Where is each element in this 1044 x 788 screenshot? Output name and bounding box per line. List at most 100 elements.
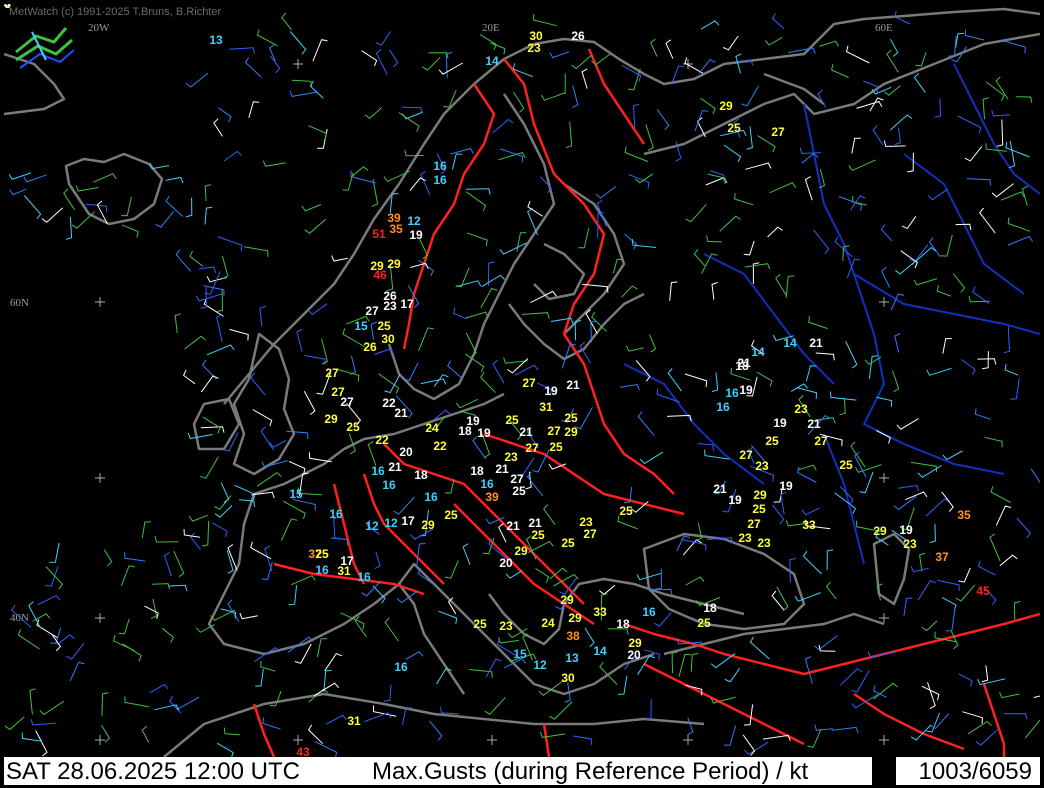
gust-value-label: 38 (566, 629, 580, 643)
gust-value-label: 29 (560, 593, 574, 607)
gust-value-label: 19 (739, 383, 753, 397)
gust-value-label: 27 (525, 441, 539, 455)
gust-value-label: 19 (544, 384, 558, 398)
gust-value-label: 29 (753, 488, 767, 502)
gust-value-label: 17 (401, 514, 415, 528)
grid-label: 20W (88, 22, 110, 34)
gust-value-label: 13 (565, 651, 579, 665)
gust-value-label: 13 (209, 33, 223, 47)
gust-value-label: 39 (485, 490, 499, 504)
gust-value-label: 45 (976, 584, 990, 598)
gust-value-label: 43 (296, 745, 310, 757)
gust-value-label: 12 (384, 516, 398, 530)
gust-value-label: 21 (528, 516, 542, 530)
weather-map[interactable]: 20W 20E 60E60N40N 13 30 2623142925 2716163935… (4, 4, 1040, 757)
grid-label: 60N (10, 297, 29, 309)
gust-value-label: 14 (783, 336, 797, 350)
gust-value-label: 16 (725, 386, 739, 400)
gust-value-label: 25 (512, 484, 526, 498)
gust-value-label: 12 (533, 658, 547, 672)
gust-value-label: 23 (383, 299, 397, 313)
gust-value-label: 15 (513, 647, 527, 661)
gust-value-label: 27 (747, 517, 761, 531)
gust-value-label: 20 (399, 445, 413, 459)
status-bar: SAT 28.06.2025 12:00 UTC Max.Gusts (duri… (4, 757, 1040, 785)
gust-value-label: 23 (527, 41, 541, 55)
gust-value-label: 21 (495, 462, 509, 476)
gust-value-label: 30 (381, 332, 395, 346)
gust-value-label: 14 (751, 345, 765, 359)
gust-value-label: 31 (347, 714, 361, 728)
gust-value-label: 16 (433, 173, 447, 187)
gust-value-label: 29 (324, 412, 338, 426)
gust-value-label: 23 (757, 536, 771, 550)
gust-value-label: 21 (713, 482, 727, 496)
gust-value-label: 21 (394, 406, 408, 420)
gust-value-label: 27 (771, 125, 785, 139)
gust-value-label: 16 (424, 490, 438, 504)
gust-value-label: 18 (470, 464, 484, 478)
gust-value-label: 29 (514, 544, 528, 558)
gust-value-label: 16 (480, 477, 494, 491)
gust-value-label: 17 (400, 297, 414, 311)
map-window: 20W 20E 60E 60N 40N 13 30 26 23 14 29 25 27 16 16 39 35… (0, 0, 1044, 788)
gust-value-label: 16 (433, 159, 447, 173)
copyright-text: MetWatch (c) 1991-2025 T.Bruns, B.Richte… (9, 6, 222, 18)
gust-value-label: 29 (568, 611, 582, 625)
gust-value-label: 14 (593, 644, 607, 658)
gust-value-label: 16 (315, 563, 329, 577)
gust-value-label: 25 (839, 458, 853, 472)
gust-value-label: 21 (519, 425, 533, 439)
gust-value-label: 23 (738, 531, 752, 545)
gust-value-label: 26 (363, 340, 377, 354)
gust-value-label: 19 (779, 479, 793, 493)
gust-value-label: 25 (564, 411, 578, 425)
gust-value-label: 27 (365, 304, 379, 318)
gust-value-label: 27 (583, 527, 597, 541)
gust-value-label: 18 (458, 424, 472, 438)
gust-value-label: 20 (499, 556, 513, 570)
gust-value-label: 21 (566, 378, 580, 392)
gust-value-label: 33 (593, 605, 607, 619)
gust-value-label: 16 (357, 570, 371, 584)
gust-value-label: 27 (814, 434, 828, 448)
gust-value-label: 21 (506, 519, 520, 533)
gust-value-label: 29 (564, 425, 578, 439)
gust-value-label: 25 (765, 434, 779, 448)
gust-value-label: 25 (727, 121, 741, 135)
gust-value-label: 25 (561, 536, 575, 550)
gust-value-label: 25 (346, 420, 360, 434)
gust-value-label: 20 (627, 648, 641, 662)
gust-value-label: 23 (755, 459, 769, 473)
status-separator (872, 757, 896, 785)
gust-value-label: 24 (425, 421, 439, 435)
gust-value-label: 19 (728, 493, 742, 507)
gust-value-label: 25 (505, 413, 519, 427)
gust-value-label: 16 (371, 464, 385, 478)
gust-value-label: 27 (547, 424, 561, 438)
gust-value-label: 19 (409, 228, 423, 242)
gust-value-label: 22 (433, 439, 447, 453)
gust-value-label: 29 (421, 518, 435, 532)
gust-value-label: 24 (541, 616, 555, 630)
gust-value-label: 12 (407, 214, 421, 228)
gust-value-label: 23 (499, 619, 513, 633)
gust-value-label: 31 (337, 564, 351, 578)
gust-value-label: 27 (739, 448, 753, 462)
gust-value-label: 25 (697, 616, 711, 630)
gust-value-label: 46 (373, 268, 387, 282)
gust-value-label: 16 (716, 400, 730, 414)
gust-value-label: 31 (539, 400, 553, 414)
gust-value-label: 16 (382, 478, 396, 492)
gust-value-label: 16 (394, 660, 408, 674)
gust-value-label: 51 (372, 227, 386, 241)
gust-value-label: 25 (531, 528, 545, 542)
gust-value-label: 35 (957, 508, 971, 522)
gust-value-label: 25 (473, 617, 487, 631)
gust-value-label: 29 (873, 524, 887, 538)
gust-value-label: 25 (619, 504, 633, 518)
status-parameter: Max.Gusts (during Reference Period) / kt (372, 758, 809, 785)
gust-value-label: 12 (365, 519, 379, 533)
gust-value-label: 25 (377, 319, 391, 333)
gust-value-label: 15 (354, 319, 368, 333)
